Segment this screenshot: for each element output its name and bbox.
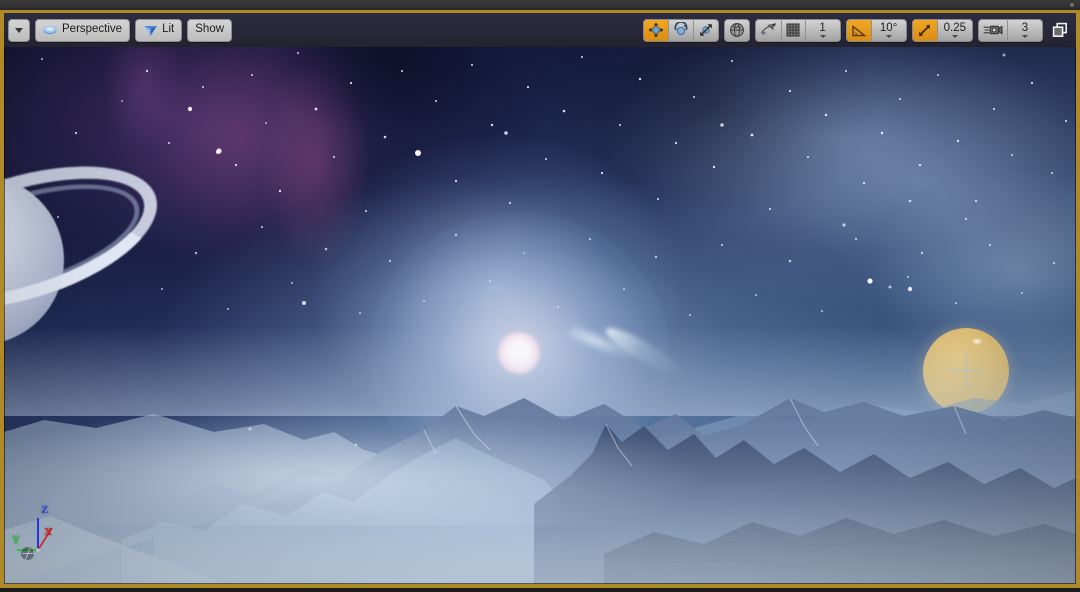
- axis-label-x: X: [44, 526, 52, 538]
- transform-tool-group: [642, 18, 719, 42]
- scale-snap-toggle[interactable]: [912, 19, 938, 41]
- window-corner-dot: [1070, 3, 1074, 7]
- camera-speed-group: 3: [978, 18, 1043, 42]
- scale-snap-field[interactable]: 0.25: [937, 19, 972, 41]
- viewport-toolbar-left: Perspective Lit Show: [4, 18, 233, 42]
- camera-speed-value: 3: [1021, 21, 1029, 34]
- camera-icon: [43, 24, 58, 37]
- viewport-toolbar-right: 1 10° 0.25 3: [642, 18, 1076, 42]
- chevron-down-icon: [15, 27, 23, 33]
- snapping-group: 1: [754, 18, 841, 42]
- chevron-down-icon: [1022, 34, 1028, 38]
- fog-bloom: [4, 406, 1076, 526]
- viewport-render-surface[interactable]: Z X Y: [4, 13, 1076, 584]
- world-coordinate-toggle[interactable]: [724, 19, 749, 41]
- globe-small-icon: [20, 546, 35, 561]
- scale-snap-group: 0.25: [911, 18, 973, 42]
- axis-label-z: Z: [41, 504, 49, 516]
- chevron-down-icon: [885, 34, 892, 38]
- maximize-viewport-button[interactable]: [1048, 19, 1071, 42]
- active-viewport-frame: Z X Y Perspective Lit Show 1 10° 0.25 3: [0, 10, 1080, 588]
- surface-snapping-toggle[interactable]: [755, 19, 782, 41]
- chevron-down-icon: [819, 34, 826, 38]
- grid-size-field[interactable]: 1: [805, 19, 840, 41]
- window-title-strip: [0, 0, 1080, 10]
- rotate-tool[interactable]: [668, 19, 694, 41]
- grid-size-value: 1: [819, 21, 826, 34]
- view-mode-button[interactable]: Perspective: [35, 18, 131, 42]
- chevron-down-icon: [951, 34, 958, 38]
- scale-tool[interactable]: [693, 19, 718, 41]
- viewport-options-dropdown[interactable]: [8, 18, 30, 42]
- rotation-snap-toggle[interactable]: [846, 19, 872, 41]
- view-mode-label: Perspective: [62, 23, 123, 36]
- camera-speed-toggle[interactable]: [979, 19, 1008, 41]
- rotation-snap-value: 10°: [879, 21, 898, 34]
- show-flags-button[interactable]: Show: [187, 18, 233, 42]
- axis-gizmo: Z X Y: [12, 504, 76, 562]
- window-bottom-shadow: [0, 588, 1080, 592]
- lighting-mode-button[interactable]: Lit: [135, 18, 183, 42]
- rotation-snap-field[interactable]: 10°: [871, 19, 906, 41]
- show-flags-label: Show: [195, 23, 225, 36]
- coordinate-system-group: [723, 18, 750, 42]
- editor-window: Z X Y Perspective Lit Show 1 10° 0.25 3: [0, 0, 1080, 592]
- grid-snap-toggle[interactable]: [781, 19, 806, 41]
- select-move-tool[interactable]: [643, 19, 669, 41]
- rotation-snap-group: 10°: [845, 18, 907, 42]
- axis-label-y: Y: [12, 534, 20, 546]
- scale-snap-value: 0.25: [943, 21, 966, 34]
- viewport-toolbar: Perspective Lit Show 1 10° 0.25 3: [4, 13, 1076, 47]
- lit-shading-icon: [143, 24, 158, 37]
- lighting-mode-label: Lit: [162, 23, 175, 36]
- camera-speed-field[interactable]: 3: [1008, 19, 1042, 41]
